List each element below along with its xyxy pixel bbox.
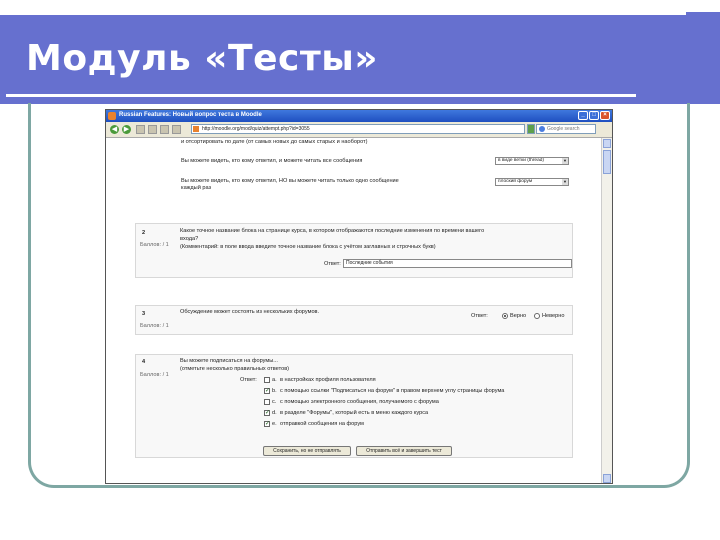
back-arrow-icon[interactable]: ◀ [110,125,119,134]
q2-number: 2 [142,230,146,236]
q4-option-d-prefix: d. [272,410,277,416]
q3-true-radio[interactable] [502,313,508,319]
stop-icon[interactable] [148,125,157,134]
close-icon[interactable]: × [600,111,610,120]
q4-option-e-prefix: e. [272,421,277,427]
title-top-line [0,12,686,15]
chevron-down-icon: ▼ [562,158,568,164]
q3-answer-label: Ответ: [471,313,488,319]
q4-option-e-text: отправкой сообщения на форум [280,421,364,427]
submit-all-button[interactable]: Отправить всё и завершить тест [356,446,452,456]
question-3-box: 3 Баллов: / 1 Обсуждение может состоять … [135,305,573,335]
q1-row2-text-b: каждый раз [181,185,212,191]
maximize-icon[interactable]: □ [589,111,599,120]
q4-text-b: (отметьте несколько правильных ответов) [180,366,290,372]
q3-true-label: Верно [510,313,527,319]
q2-text-c: (Комментарий: в поле ввода введите точно… [180,244,436,250]
browser-toolbar: ◀ ▶ http://moodle.org/mod/quiz/attempt.p… [106,122,612,138]
q3-text: Обсуждение может состоять из нескольких … [180,309,320,315]
question-4-box: 4 Баллов: / 1 Вы можете подписаться на ф… [135,354,573,458]
q2-text-b: входа? [180,236,199,242]
slide-title-band: Модуль «Тесты» [0,12,720,104]
address-bar[interactable]: http://moodle.org/mod/quiz/attempt.php?i… [191,124,525,134]
q4-answer-label: Ответ: [240,377,257,383]
q4-option-e-checkbox[interactable]: ✓ [264,421,270,427]
q1-row1-select[interactable]: в виде ветки (thread) ▼ [495,157,569,165]
scroll-thumb[interactable] [603,150,611,174]
q3-grade: Баллов: / 1 [140,323,169,329]
q2-answer-label: Ответ: [324,261,341,267]
q4-option-b-text: с помощью ссылки "Подписаться на форум" … [280,388,505,394]
q4-option-c-checkbox[interactable] [264,399,270,405]
q4-option-c-text: с помощью электронного сообщения, получа… [280,399,439,405]
q1-row2-text-a: Вы можете видеть, кто кому ответил, НО в… [181,178,399,184]
search-input[interactable]: Google search [536,124,596,134]
title-underline [6,94,636,97]
q2-answer-field[interactable]: Последние события [343,259,572,268]
q2-text-a: Какое точное название блока на странице … [180,228,485,234]
address-url: http://moodle.org/mod/quiz/attempt.php?i… [202,126,310,132]
reload-icon[interactable] [136,125,145,134]
page-favicon-icon [193,126,199,132]
q4-option-b-prefix: b. [272,388,277,394]
q2-grade: Баллов: / 1 [140,242,169,248]
q1-row2-select-value: плоский форум [498,179,533,184]
search-placeholder: Google search [547,126,580,132]
chevron-down-icon: ▼ [562,179,568,185]
window-title: Russian Features: Новый вопрос теста в M… [119,112,262,118]
google-icon [539,126,545,132]
q4-option-b-checkbox[interactable]: ✓ [264,388,270,394]
q4-text-a: Вы можете подписаться на форумы... [180,358,278,364]
q1-row1-select-value: в виде ветки (thread) [498,158,545,163]
slide-title: Модуль «Тесты» [26,38,379,79]
vertical-scrollbar[interactable] [601,138,612,483]
window-title-bar: Russian Features: Новый вопрос теста в M… [106,110,612,122]
q4-number: 4 [142,359,146,365]
q4-option-a-checkbox[interactable] [264,377,270,383]
forward-arrow-icon[interactable]: ▶ [122,125,131,134]
save-without-submit-button[interactable]: Сохранить, но не отправлять [263,446,351,456]
q3-false-radio[interactable] [534,313,540,319]
firefox-icon [108,112,116,120]
q4-option-d-text: в разделе "Форумы", который есть в меню … [280,410,429,416]
bookmark-icon[interactable] [172,125,181,134]
q4-option-c-prefix: c. [272,399,277,405]
q1-text-line: и отсортировать по дате (от самых новых … [181,139,368,145]
q3-number: 3 [142,311,146,317]
browser-window: Russian Features: Новый вопрос теста в M… [105,109,613,484]
q1-row2-select[interactable]: плоский форум ▼ [495,178,569,186]
scroll-down-icon[interactable] [603,474,611,483]
page-content: и отсортировать по дате (от самых новых … [106,138,602,483]
minimize-icon[interactable]: _ [578,111,588,120]
q4-grade: Баллов: / 1 [140,372,169,378]
q4-option-a-text: в настройках профиля пользователя [280,377,376,383]
q4-option-a-prefix: a. [272,377,277,383]
go-button[interactable] [527,124,535,134]
scroll-up-icon[interactable] [603,139,611,148]
home-icon[interactable] [160,125,169,134]
question-2-box: 2 Баллов: / 1 Какое точное название блок… [135,223,573,278]
q4-option-d-checkbox[interactable]: ✓ [264,410,270,416]
q3-false-label: Неверно [542,313,565,319]
q1-row1-text: Вы можете видеть, кто кому ответил, и мо… [181,158,363,164]
